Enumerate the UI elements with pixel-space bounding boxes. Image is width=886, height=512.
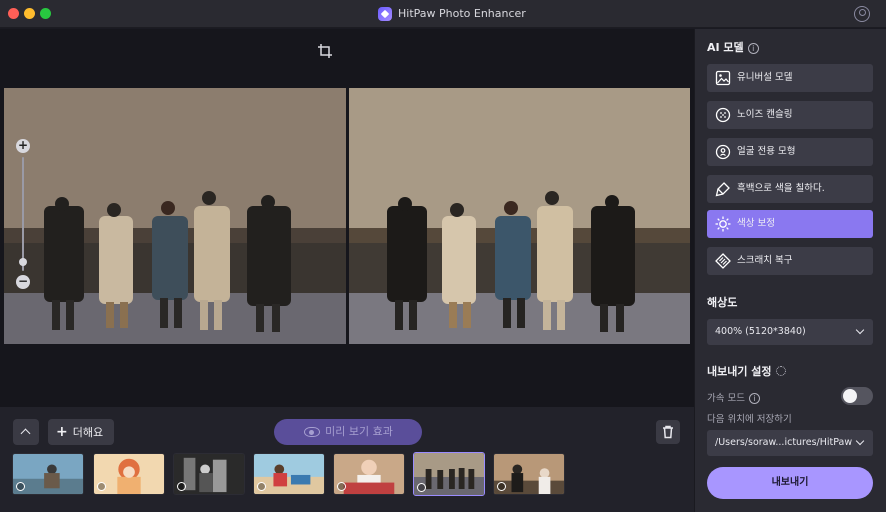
- original-image: [4, 88, 346, 344]
- acceleration-toggle[interactable]: [841, 387, 873, 405]
- info-icon[interactable]: i: [747, 43, 759, 54]
- enhanced-image: [349, 88, 690, 344]
- thumbnail-7[interactable]: [493, 453, 565, 495]
- save-location-label: 다음 위치에 저장하기: [707, 414, 792, 425]
- image-icon: [715, 70, 731, 86]
- add-button-label: 더해요: [72, 426, 104, 439]
- model-face[interactable]: 얼굴 전용 모형: [707, 138, 873, 166]
- resolution-value: 400% (5120*3840): [715, 326, 806, 337]
- gear-icon[interactable]: [775, 366, 786, 376]
- minimize-window-button[interactable]: [24, 8, 35, 19]
- account-icon[interactable]: [854, 6, 870, 22]
- noise-icon: [715, 107, 731, 123]
- sun-icon: [177, 482, 186, 491]
- acceleration-label: 가속 모드 i: [707, 390, 760, 404]
- export-settings-title-text: 내보내기 설정: [707, 365, 772, 378]
- info-icon[interactable]: i: [748, 393, 760, 404]
- save-path-select[interactable]: /Users/soraw...ictures/HitPaw: [707, 430, 873, 456]
- export-button[interactable]: 내보내기: [707, 467, 873, 499]
- face-icon: [715, 144, 731, 160]
- sun-icon: [257, 482, 266, 491]
- collapse-thumbnails-button[interactable]: [13, 419, 39, 445]
- bottom-bar: + 더해요 미리 보기 효과: [0, 407, 694, 512]
- add-button[interactable]: + 더해요: [48, 419, 114, 445]
- scratch-repair-icon: [715, 253, 731, 269]
- title-bar: HitPaw Photo Enhancer: [0, 0, 886, 28]
- model-noise-cancel-label: 노이즈 캔슬링: [737, 109, 793, 120]
- preview-effect-button[interactable]: 미리 보기 효과: [274, 419, 422, 445]
- model-color-correction-label: 색상 보정: [737, 218, 775, 229]
- face-icon: [497, 482, 506, 491]
- zoom-in-button[interactable]: +: [16, 139, 30, 153]
- ai-model-title-text: AI 모델: [707, 41, 744, 54]
- sun-icon: [715, 216, 731, 232]
- zoom-track[interactable]: [22, 157, 24, 271]
- close-window-button[interactable]: [8, 8, 19, 19]
- settings-panel: AI 모델 i 유니버설 모델 노이즈 캔슬링 얼굴 전용 모형 흑백으로 색을 …: [694, 29, 886, 512]
- model-scratch-repair[interactable]: 스크래치 복구: [707, 247, 873, 275]
- sun-icon: [417, 483, 426, 492]
- zoom-out-button[interactable]: −: [16, 275, 30, 289]
- model-universal[interactable]: 유니버설 모델: [707, 64, 873, 92]
- save-path-value: /Users/soraw...ictures/HitPaw: [715, 437, 853, 448]
- plus-icon: +: [56, 424, 68, 440]
- paint-brush-icon: [16, 482, 25, 491]
- trash-icon: [663, 425, 673, 439]
- model-colorize[interactable]: 흑백으로 색을 칠하다.: [707, 175, 873, 203]
- maximize-window-button[interactable]: [40, 8, 51, 19]
- face-icon: [97, 482, 106, 491]
- model-colorize-label: 흑백으로 색을 칠하다.: [737, 183, 825, 194]
- thumbnail-1[interactable]: [12, 453, 84, 495]
- model-scratch-repair-label: 스크래치 복구: [737, 255, 793, 266]
- zoom-handle[interactable]: [19, 258, 27, 266]
- eye-icon: [304, 427, 320, 437]
- thumbnail-2[interactable]: [93, 453, 165, 495]
- thumbnail-6[interactable]: [413, 452, 485, 496]
- window-title: HitPaw Photo Enhancer: [398, 7, 526, 20]
- app-logo-icon: [378, 7, 392, 21]
- face-icon: [337, 482, 346, 491]
- thumbnail-3[interactable]: [173, 453, 245, 495]
- export-settings-title: 내보내기 설정: [707, 363, 786, 379]
- preview-button-label: 미리 보기 효과: [325, 425, 393, 438]
- resolution-select[interactable]: 400% (5120*3840): [707, 319, 873, 345]
- model-noise-cancel[interactable]: 노이즈 캔슬링: [707, 101, 873, 129]
- ai-model-title: AI 모델 i: [707, 39, 759, 55]
- model-universal-label: 유니버설 모델: [737, 72, 793, 83]
- chevron-down-icon: [855, 325, 865, 335]
- delete-button[interactable]: [656, 420, 680, 444]
- model-face-label: 얼굴 전용 모형: [737, 146, 796, 157]
- resolution-title: 해상도: [707, 296, 738, 309]
- thumbnail-4[interactable]: [253, 453, 325, 495]
- chevron-down-icon: [855, 436, 865, 446]
- crop-icon[interactable]: [318, 44, 332, 58]
- acceleration-label-text: 가속 모드: [707, 393, 745, 404]
- paint-brush-icon: [715, 181, 731, 197]
- model-color-correction[interactable]: 색상 보정: [707, 210, 873, 238]
- thumbnail-5[interactable]: [333, 453, 405, 495]
- zoom-slider[interactable]: + −: [16, 139, 30, 289]
- preview-workspace: + −: [0, 29, 694, 407]
